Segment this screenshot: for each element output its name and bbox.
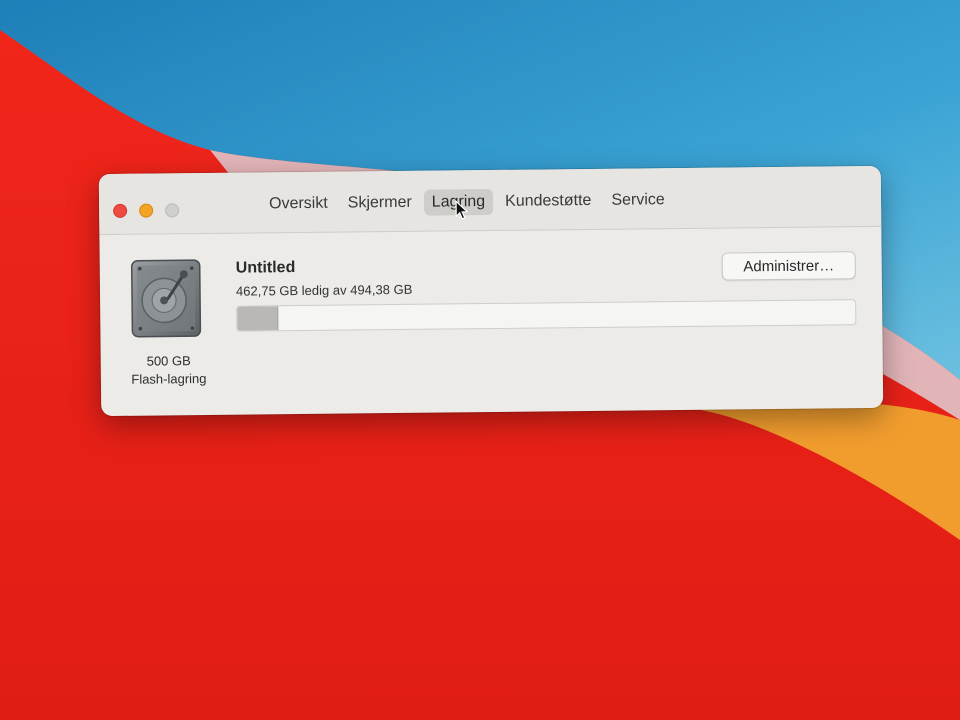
tab-kundestotte[interactable]: Kundestøtte xyxy=(497,188,600,215)
about-this-mac-window: Oversikt Skjermer Lagring Kundestøtte Se… xyxy=(98,165,884,417)
hard-drive-icon xyxy=(130,259,202,338)
tab-skjermer[interactable]: Skjermer xyxy=(340,190,420,217)
storage-usage-bar xyxy=(236,299,857,332)
disk-name: Untitled xyxy=(235,259,296,277)
tab-service[interactable]: Service xyxy=(603,187,673,214)
disk-type: Flash-lagring xyxy=(131,370,207,387)
storage-panel: 500 GB Flash-lagring Untitled 462,75 GB … xyxy=(99,227,883,416)
disk-free-space: 462,75 GB ledig av 494,38 GB xyxy=(235,281,413,299)
manage-button[interactable]: Administrer… xyxy=(721,251,856,281)
window-titlebar: Oversikt Skjermer Lagring Kundestøtte Se… xyxy=(98,165,882,236)
tab-oversikt[interactable]: Oversikt xyxy=(261,191,336,218)
minimize-icon[interactable] xyxy=(139,203,154,218)
disk-capacity: 500 GB xyxy=(146,353,191,369)
mouse-pointer-icon xyxy=(455,200,469,220)
disk-caption: 500 GB Flash-lagring xyxy=(109,352,229,389)
zoom-icon[interactable] xyxy=(165,203,180,218)
storage-used-segment xyxy=(237,306,278,331)
close-icon[interactable] xyxy=(113,203,128,218)
